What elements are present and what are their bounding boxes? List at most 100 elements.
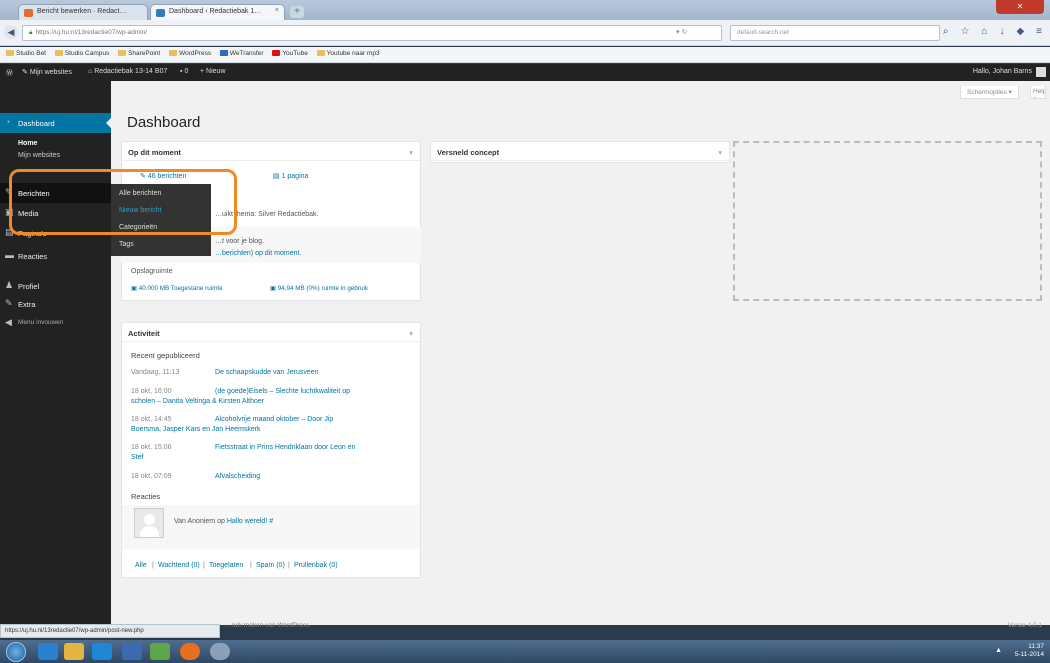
menu-item-dashboard[interactable]: ◔ Dashboard bbox=[0, 113, 111, 133]
folder-icon bbox=[169, 50, 178, 57]
system-clock[interactable]: 11:37 5-11-2014 bbox=[1015, 643, 1044, 659]
star-icon[interactable]: ☆ bbox=[960, 26, 969, 37]
toggle-arrow-icon[interactable]: ▾ bbox=[718, 148, 722, 157]
page-title: Dashboard bbox=[127, 114, 201, 131]
storage-allowed-link[interactable]: ▣ 40.000 MB Toegestane ruimte bbox=[131, 285, 223, 292]
tab-title: Bericht bewerken · Redact… bbox=[37, 8, 127, 15]
search-bar[interactable]: default-search.net bbox=[730, 25, 940, 41]
menu-item-extra[interactable]: ✎ Extra bbox=[0, 294, 111, 314]
avatar[interactable] bbox=[1036, 67, 1046, 77]
post-date: 18 okt, 14:45 bbox=[131, 416, 172, 423]
post-date: 18 okt, 16:00 bbox=[131, 388, 172, 395]
comment-filter-approved[interactable]: Toegelaten bbox=[209, 562, 243, 569]
close-icon[interactable]: × bbox=[275, 7, 279, 14]
tray-arrow-icon[interactable]: ▲ bbox=[995, 647, 1002, 654]
bookmark-item[interactable]: WordPress bbox=[169, 50, 211, 57]
bookmark-item[interactable]: WeTransfer bbox=[219, 50, 264, 57]
clock-time: 11:37 bbox=[1028, 643, 1044, 650]
widget-title: Activiteit ▾ bbox=[122, 323, 420, 342]
reload-icon[interactable]: ▾ ↻ bbox=[676, 28, 687, 36]
search-info-line-1: …t voor je blog. bbox=[215, 238, 265, 245]
post-date: 18 okt, 07:09 bbox=[131, 473, 172, 480]
browser-nav-bar: ◀ 🔒︎ https://uj.hu.nl/13redactie07/wp-adm… bbox=[0, 20, 1050, 46]
user-icon: ♟ bbox=[5, 280, 14, 290]
pages-count-link[interactable]: ▤ 1 pagina bbox=[273, 172, 308, 180]
wordpress-logo-icon[interactable]: Ⓦ bbox=[6, 68, 13, 78]
post-link[interactable]: De schaapskudde van Jerusveen bbox=[215, 369, 319, 376]
comment-filter-spam[interactable]: Spam (0) bbox=[256, 562, 285, 569]
submenu-home[interactable]: Home bbox=[0, 140, 111, 147]
site-name-link[interactable]: ⌂ Redactiebak 13-14 B07 bbox=[88, 68, 167, 75]
paint-icon[interactable] bbox=[150, 643, 170, 660]
bookmark-item[interactable]: Studio Campus bbox=[54, 50, 109, 57]
bookmark-item[interactable]: SharePoint bbox=[118, 50, 160, 57]
highlight-annotation bbox=[9, 169, 237, 235]
security-icon[interactable] bbox=[92, 643, 112, 660]
start-button[interactable] bbox=[6, 642, 26, 662]
bookmark-item[interactable]: Youtube naar mp3 bbox=[316, 50, 380, 57]
menu-icon[interactable]: ≡ bbox=[1036, 26, 1042, 37]
clock-date: 5-11-2014 bbox=[1014, 651, 1044, 658]
nav-icons: ⌕ ☆ ⌂ ↓ ◆ ≡ bbox=[943, 26, 1042, 37]
my-sites-link[interactable]: ✎ Mijn websites bbox=[22, 68, 72, 76]
dashboard-icon: ◔ bbox=[5, 117, 11, 127]
submenu-my-sites[interactable]: Mijn websites bbox=[0, 152, 111, 159]
browser-tab-edit-post[interactable]: Bericht bewerken · Redact… bbox=[18, 4, 148, 20]
toggle-arrow-icon[interactable]: ▾ bbox=[409, 148, 413, 157]
post-link-continued[interactable]: Boersma, Jasper Kars en Jan Heemskerk bbox=[131, 426, 261, 433]
bookmark-item[interactable]: Studio Bet bbox=[6, 50, 46, 57]
widget-title: Versneld concept ▾ bbox=[431, 142, 729, 161]
comment-post-link[interactable]: Hallo wereld! # bbox=[227, 518, 273, 525]
comments-icon: ▬ bbox=[5, 250, 14, 260]
post-link-continued[interactable]: scholen – Danita Veltinga & Kirsten Alth… bbox=[131, 398, 264, 405]
menu-item-profile[interactable]: ♟ Profiel bbox=[0, 276, 111, 296]
wetransfer-icon bbox=[219, 50, 228, 57]
url-text: https://uj.hu.nl/13redactie07/wp-admin/ bbox=[35, 29, 148, 36]
folder-icon bbox=[54, 50, 63, 57]
post-link[interactable]: (de goede)Eisels – Slechte luchtkwalitei… bbox=[215, 388, 350, 395]
storage-used-link[interactable]: ▣ 94,94 MB (0%) ruimte in gebruik bbox=[270, 285, 368, 292]
comments-heading: Reacties bbox=[131, 492, 161, 501]
browser-tab-dashboard[interactable]: Dashboard ‹ Redactiebak 1… × bbox=[150, 4, 285, 20]
help-button[interactable]: Help ▾ bbox=[1030, 86, 1046, 99]
recent-published-heading: Recent gepubliceerd bbox=[131, 351, 200, 360]
home-icon[interactable]: ⌂ bbox=[981, 26, 987, 37]
quick-draft-widget: Versneld concept ▾ bbox=[430, 141, 730, 163]
search-info-line-2[interactable]: …berichten) op dit moment. bbox=[215, 250, 301, 257]
firefox-icon[interactable] bbox=[180, 643, 200, 660]
window-close-button[interactable]: ✕ bbox=[996, 0, 1044, 14]
lock-icon: 🔒︎ bbox=[29, 29, 33, 36]
chrome-icon[interactable] bbox=[210, 643, 230, 660]
collapse-icon: ◀ bbox=[5, 317, 12, 327]
folder-icon[interactable] bbox=[64, 643, 84, 660]
avatar bbox=[134, 508, 164, 538]
storage-title: Opslagruimte bbox=[131, 268, 173, 275]
bookmark-item[interactable]: YouTube bbox=[272, 50, 308, 57]
new-tab-button[interactable]: + bbox=[290, 6, 304, 18]
tab-title: Dashboard ‹ Redactiebak 1… bbox=[169, 8, 262, 15]
new-content-link[interactable]: + Nieuw bbox=[200, 68, 226, 75]
office-icon[interactable] bbox=[122, 643, 142, 660]
explorer-icon[interactable] bbox=[38, 643, 58, 660]
comment-filter-all[interactable]: Alle bbox=[135, 562, 147, 569]
comment-filter-pending[interactable]: Wachtend (0) bbox=[158, 562, 200, 569]
bookmarks-bar: Studio Bet Studio Campus SharePoint Word… bbox=[0, 47, 1050, 63]
toggle-arrow-icon[interactable]: ▾ bbox=[409, 329, 413, 338]
post-link[interactable]: Fietsstraat in Prins Hendriklaan door Le… bbox=[215, 444, 355, 451]
post-link-continued[interactable]: Stef bbox=[131, 454, 143, 461]
search-icon[interactable]: ⌕ bbox=[943, 26, 949, 37]
url-bar[interactable]: 🔒︎ https://uj.hu.nl/13redactie07/wp-admin… bbox=[22, 25, 722, 41]
post-date: Vandaag, 11:13 bbox=[131, 369, 180, 376]
shield-icon[interactable]: ◆ bbox=[1016, 26, 1024, 37]
screen-options-button[interactable]: Schermopties ▾ bbox=[960, 86, 1019, 99]
comments-link[interactable]: ▪ 0 bbox=[180, 68, 188, 75]
menu-item-comments[interactable]: ▬ Reacties bbox=[0, 246, 111, 266]
download-icon[interactable]: ↓ bbox=[999, 26, 1004, 37]
post-link[interactable]: Afvalscheiding bbox=[215, 473, 260, 480]
submenu-tags[interactable]: Tags bbox=[119, 241, 134, 248]
collapse-menu-button[interactable]: ◀ Menu invouwen bbox=[0, 313, 111, 333]
account-greeting[interactable]: Hallo, Johan Barns bbox=[973, 68, 1032, 75]
comment-filter-trash[interactable]: Prullenbak (0) bbox=[294, 562, 338, 569]
back-arrow-icon[interactable]: ◀ bbox=[4, 25, 18, 39]
post-link[interactable]: Alcoholvrije maand oktober – Door Jip bbox=[215, 416, 333, 423]
